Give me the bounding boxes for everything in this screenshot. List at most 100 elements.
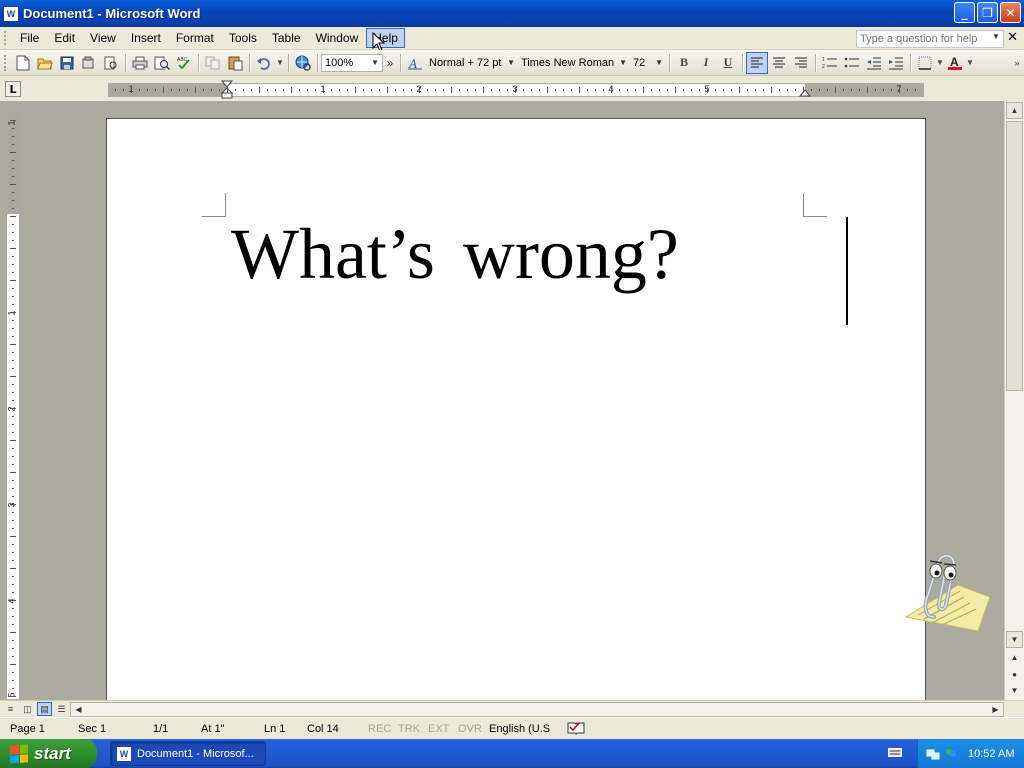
print-preview-page-button[interactable] — [100, 52, 122, 74]
right-indent-marker-icon[interactable] — [799, 87, 811, 97]
menubar-grip[interactable] — [4, 31, 8, 45]
previous-page-icon[interactable]: ▲ — [1006, 649, 1023, 666]
chevron-down-icon[interactable]: ▼ — [992, 32, 1000, 41]
font-combo[interactable]: Times New Roman ▼ — [518, 54, 630, 72]
undo-button[interactable] — [253, 52, 275, 74]
zoom-combo[interactable]: 100% ▼ — [321, 53, 383, 72]
decrease-indent-button[interactable] — [863, 52, 885, 74]
align-right-button[interactable] — [790, 52, 812, 74]
chevron-down-icon[interactable]: ▼ — [619, 58, 627, 67]
ruler-tick — [12, 616, 14, 617]
clock[interactable]: 10:52 AM — [968, 748, 1014, 760]
new-document-button[interactable] — [12, 52, 34, 74]
ruler-tick — [211, 89, 212, 91]
spelling-status-book-icon[interactable] — [567, 721, 585, 735]
menu-format[interactable]: Format — [169, 28, 221, 48]
document-text[interactable]: What’s wrong? — [231, 211, 679, 297]
toolbar-options-icon[interactable]: » — [1012, 52, 1022, 74]
scroll-up-icon[interactable]: ▲ — [1006, 102, 1023, 119]
toolbar: ABC ▼ 100% ▼ » A Normal + 72 pt ▼ Times … — [0, 50, 1024, 76]
horizontal-scrollbar[interactable]: ◀ ▶ — [70, 702, 1004, 717]
bold-button[interactable]: B — [673, 52, 695, 74]
start-button[interactable]: start — [0, 739, 97, 768]
toolbar-overflow-button[interactable]: » — [383, 52, 397, 74]
scroll-left-icon[interactable]: ◀ — [71, 703, 86, 716]
status-ext[interactable]: EXT — [428, 723, 449, 735]
ruler-tick — [12, 592, 14, 593]
vertical-scrollbar[interactable]: ▲ ▼ ▲ ● ▼ — [1004, 101, 1024, 700]
horizontal-ruler[interactable]: 1 1 2 3 4 5 7 — [108, 80, 924, 99]
document-close-icon[interactable]: ✕ — [1007, 30, 1018, 45]
messenger-icon[interactable] — [944, 747, 958, 761]
undo-dropdown-icon[interactable]: ▼ — [275, 52, 285, 74]
vertical-ruler[interactable]: 1 1 2 3 4 5 — [6, 111, 20, 700]
menu-tools[interactable]: Tools — [222, 28, 264, 48]
copy-button[interactable] — [202, 52, 224, 74]
minimize-button[interactable]: _ — [954, 2, 975, 23]
chevron-down-icon[interactable]: ▼ — [507, 58, 515, 67]
print-preview-button[interactable] — [151, 52, 173, 74]
permission-button[interactable] — [78, 52, 100, 74]
select-browse-object-icon[interactable]: ● — [1006, 666, 1023, 683]
outline-view-icon[interactable]: ☰ — [54, 702, 69, 716]
chevron-down-icon[interactable]: ▼ — [655, 58, 663, 67]
status-rec[interactable]: REC — [368, 723, 391, 735]
ruler-tick — [12, 624, 14, 625]
menu-table[interactable]: Table — [265, 28, 308, 48]
menu-view[interactable]: View — [83, 28, 123, 48]
italic-button[interactable]: I — [695, 52, 717, 74]
status-trk[interactable]: TRK — [398, 723, 420, 735]
menu-file[interactable]: File — [13, 28, 46, 48]
scroll-right-icon[interactable]: ▶ — [988, 703, 1003, 716]
tab-selector-button[interactable]: L — [5, 81, 21, 97]
word-app-icon[interactable]: W — [3, 5, 19, 22]
underline-button[interactable]: U — [717, 52, 739, 74]
keyboard-icon[interactable] — [888, 746, 902, 758]
increase-indent-button[interactable] — [885, 52, 907, 74]
taskbar-button-word[interactable]: W Document1 - Microsof... — [110, 741, 266, 766]
next-page-icon[interactable]: ▼ — [1006, 682, 1023, 699]
borders-button[interactable] — [914, 52, 936, 74]
web-layout-view-icon[interactable]: ◫ — [20, 702, 35, 716]
bullets-button[interactable] — [841, 52, 863, 74]
align-left-button[interactable] — [746, 51, 768, 74]
restore-button[interactable]: ❐ — [977, 2, 998, 23]
scroll-thumb[interactable] — [1006, 121, 1023, 391]
save-button[interactable] — [56, 52, 78, 74]
menu-edit[interactable]: Edit — [47, 28, 82, 48]
style-combo[interactable]: Normal + 72 pt ▼ — [426, 54, 518, 72]
increase-indent-icon — [889, 57, 903, 69]
spelling-button[interactable]: ABC — [173, 52, 195, 74]
ruler-tick — [403, 89, 404, 91]
borders-dropdown-icon[interactable]: ▼ — [936, 52, 944, 74]
font-color-dropdown-icon[interactable]: ▼ — [966, 52, 974, 74]
print-layout-view-icon[interactable]: ▤ — [37, 702, 52, 716]
svg-text:A: A — [950, 55, 959, 69]
font-color-button[interactable]: A — [944, 52, 966, 74]
close-button[interactable]: ✕ — [1000, 2, 1021, 23]
ruler-tick — [627, 89, 628, 91]
print-button[interactable] — [129, 52, 151, 74]
center-button[interactable] — [768, 52, 790, 74]
chevron-down-icon[interactable]: ▼ — [371, 58, 379, 67]
separator — [815, 53, 816, 72]
menu-window[interactable]: Window — [309, 28, 366, 48]
normal-view-icon[interactable]: ≡ — [3, 702, 18, 716]
numbering-button[interactable]: 12 — [819, 52, 841, 74]
office-assistant-clippy-icon[interactable] — [898, 545, 990, 635]
menu-insert[interactable]: Insert — [124, 28, 168, 48]
paste-button[interactable] — [224, 52, 246, 74]
toolbar-grip[interactable] — [4, 54, 8, 71]
help-search-input[interactable] — [856, 30, 1004, 48]
font-size-combo[interactable]: 72 ▼ — [630, 54, 666, 72]
title-bar[interactable]: W Document1 - Microsoft Word _ ❐ ✕ — [0, 0, 1024, 27]
insert-hyperlink-button[interactable] — [292, 52, 314, 74]
ruler-tick — [12, 240, 14, 241]
open-button[interactable] — [34, 52, 56, 74]
status-ovr[interactable]: OVR — [458, 723, 482, 735]
scroll-down-icon[interactable]: ▼ — [1006, 631, 1023, 648]
status-language[interactable]: English (U.S — [489, 723, 550, 735]
document-page[interactable]: What’s wrong? — [106, 118, 926, 700]
network-icon[interactable] — [926, 747, 940, 761]
styles-and-formatting-button[interactable]: A — [404, 52, 426, 74]
